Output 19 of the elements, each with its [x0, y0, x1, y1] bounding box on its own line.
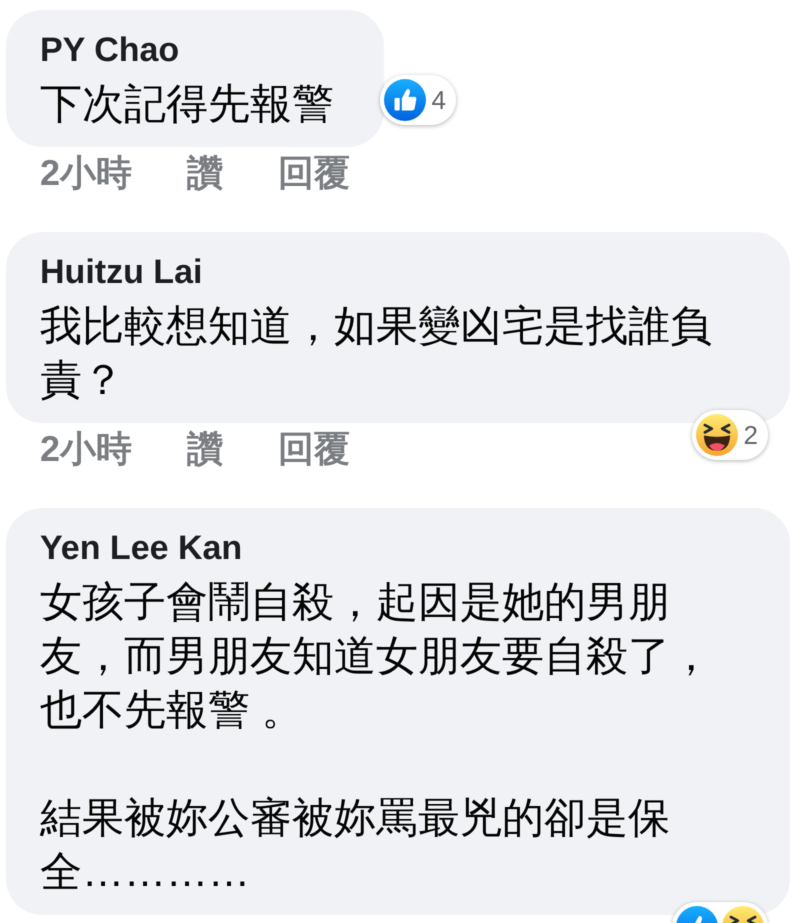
author-name[interactable]: Huitzu Lai	[40, 253, 202, 291]
reply-link[interactable]: 回覆	[278, 151, 350, 195]
author-name[interactable]: Yen Lee Kan	[40, 529, 242, 567]
reaction-count: 2	[742, 420, 759, 450]
author-name[interactable]: PY Chao	[40, 31, 180, 69]
like-link[interactable]: 讚	[187, 427, 224, 471]
reaction-badge[interactable]: 2	[692, 410, 768, 460]
timestamp: 2小時	[40, 427, 132, 471]
thumbs-up-icon	[384, 79, 426, 121]
comment-text: 女孩子會鬧自殺，起因是她的男朋友，而男朋友知道女朋友要自殺了，也不先報警 。	[40, 577, 713, 735]
timestamp: 2小時	[40, 151, 132, 195]
like-link[interactable]: 讚	[187, 151, 224, 195]
comment-text: 下次記得先報警	[40, 79, 334, 129]
reply-link[interactable]: 回覆	[278, 427, 350, 471]
comment-text: 我比較想知道，如果變凶宅是找誰負責？	[40, 301, 713, 405]
comment-text: 結果被妳公審被妳罵最兇的卻是保全…………	[40, 793, 671, 897]
laughing-face-icon	[696, 414, 738, 456]
reaction-badge[interactable]: 4	[380, 75, 456, 125]
reaction-count: 4	[430, 85, 447, 115]
